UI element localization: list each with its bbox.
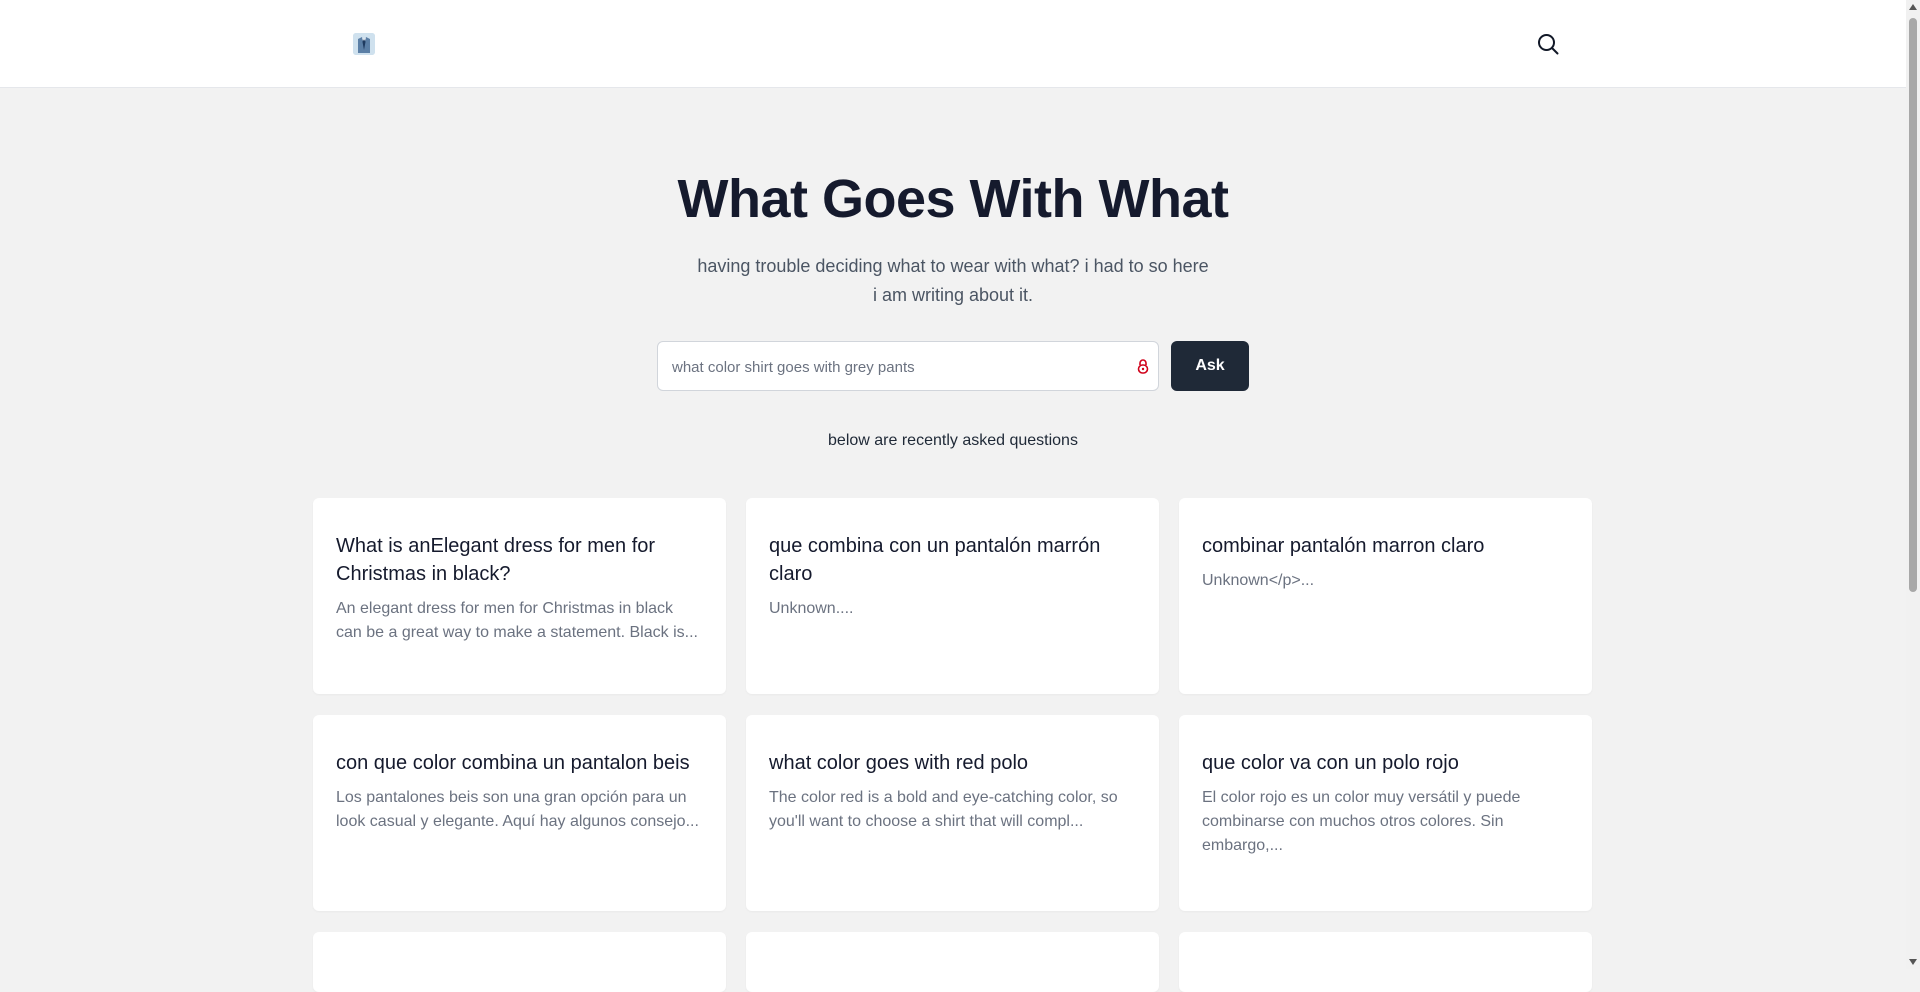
top-navbar — [0, 0, 1906, 88]
question-input[interactable] — [670, 342, 1114, 392]
ask-button[interactable]: Ask — [1171, 341, 1249, 391]
question-card[interactable] — [313, 932, 726, 992]
question-card-excerpt: Unknown.... — [769, 600, 854, 617]
question-card[interactable] — [746, 932, 1159, 992]
question-card[interactable]: que combina con un pantalón marrón claro… — [746, 498, 1159, 694]
question-card-title: what color goes with red polo — [769, 752, 1029, 774]
question-card-excerpt: Unknown</p>... — [1202, 572, 1315, 589]
recent-questions-grid: What is anElegant dress for men for Chri… — [313, 498, 1593, 992]
scroll-up-arrow-icon[interactable] — [1909, 4, 1917, 10]
question-card-title: que combina con un pantalón marrón claro — [769, 535, 1101, 585]
question-card[interactable]: combinar pantalón marron claro Unknown</… — [1179, 498, 1592, 694]
question-card-title: que color va con un polo rojo — [1202, 752, 1459, 774]
question-card[interactable]: que color va con un polo rojo El color r… — [1179, 715, 1592, 911]
page-scrollbar[interactable] — [1906, 0, 1920, 969]
question-card[interactable]: what color goes with red polo The color … — [746, 715, 1159, 911]
question-card-title: What is anElegant dress for men for Chri… — [336, 535, 656, 585]
scrollbar-thumb[interactable] — [1909, 18, 1917, 592]
question-card-excerpt: El color rojo es un color muy versátil y… — [1202, 789, 1521, 854]
question-card-excerpt: Los pantalones beis son una gran opción … — [336, 789, 699, 830]
question-card[interactable]: What is anElegant dress for men for Chri… — [313, 498, 726, 694]
page-title: What Goes With What — [677, 169, 1229, 229]
ask-input-container — [657, 341, 1159, 392]
lock-icon[interactable] — [1136, 358, 1150, 374]
question-card-title: con que color combina un pantalon beis — [336, 752, 690, 774]
recent-questions-label: below are recently asked questions — [828, 432, 1078, 449]
question-card-excerpt: An elegant dress for men for Christmas i… — [336, 600, 698, 641]
page-subtitle: having trouble deciding what to wear wit… — [697, 256, 1209, 305]
question-card-excerpt: The color red is a bold and eye-catching… — [769, 789, 1118, 830]
search-icon[interactable] — [1536, 32, 1560, 56]
question-card[interactable] — [1179, 932, 1592, 992]
question-card[interactable]: con que color combina un pantalon beis L… — [313, 715, 726, 911]
question-card-title: combinar pantalón marron claro — [1202, 535, 1485, 557]
site-logo-icon[interactable] — [353, 33, 375, 55]
scroll-down-arrow-icon[interactable] — [1909, 959, 1917, 965]
